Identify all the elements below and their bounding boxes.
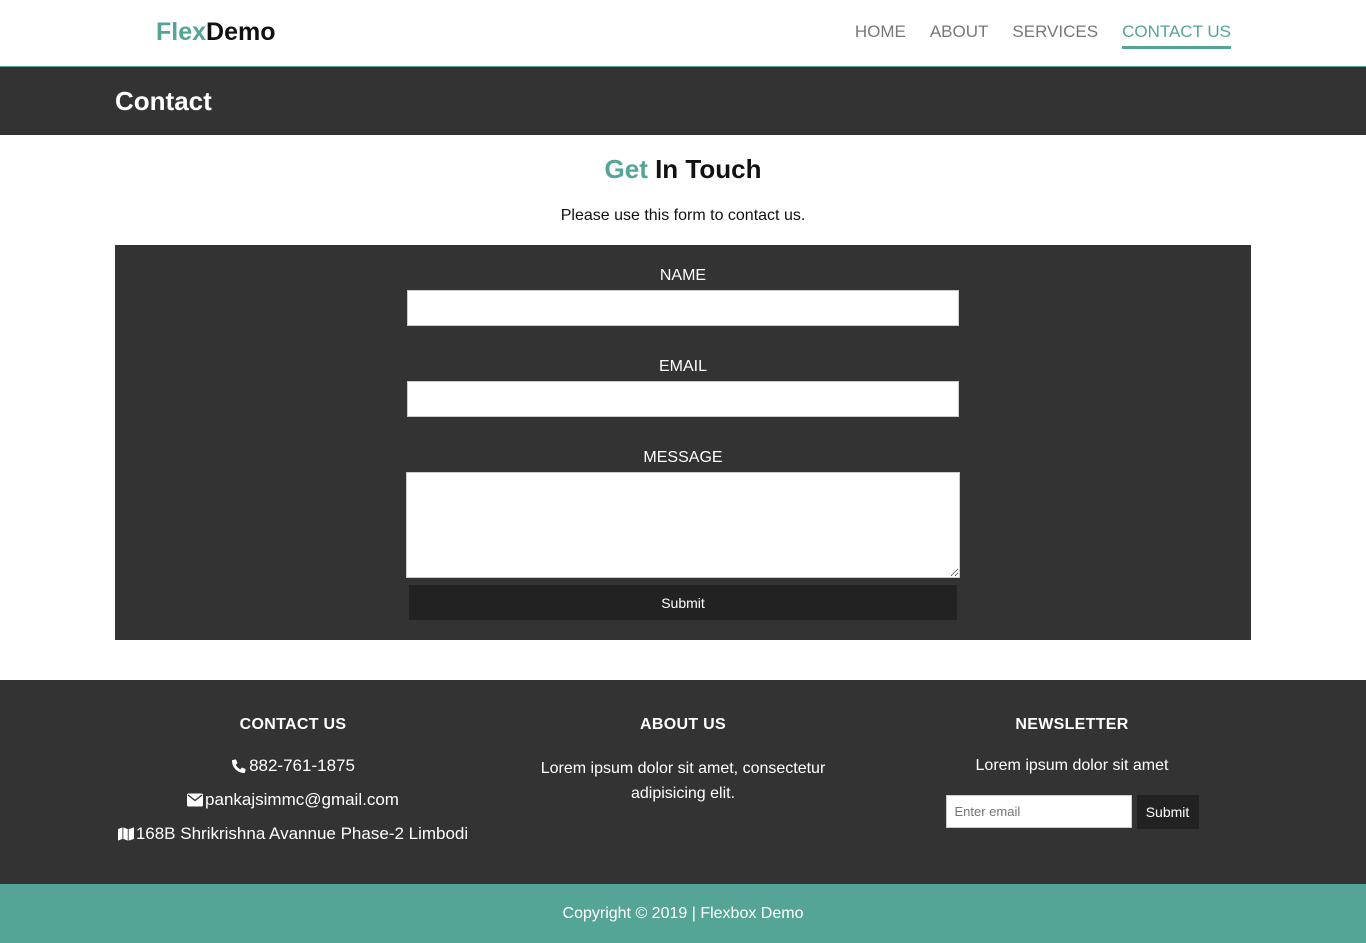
name-label: NAME: [659, 267, 707, 284]
nav-services[interactable]: SERVICES: [1012, 22, 1098, 49]
nav-about[interactable]: ABOUT: [930, 22, 989, 49]
copyright-bar: Copyright © 2019 | Flexbox Demo: [0, 884, 1366, 943]
contact-phone-text: 882-761-1875: [249, 756, 355, 775]
envelope-icon: [187, 793, 204, 807]
page-banner: Contact: [0, 67, 1366, 135]
newsletter-submit-button[interactable]: Submit: [1136, 795, 1199, 829]
name-input[interactable]: [407, 290, 959, 326]
phone-icon: [232, 759, 246, 773]
email-input[interactable]: [407, 381, 959, 417]
message-textarea[interactable]: [406, 472, 960, 578]
nav-contact-us[interactable]: CONTACT US: [1122, 22, 1231, 49]
brand-logo-accent: Flex: [156, 18, 207, 46]
contact-email-text: pankajsimmc@gmail.com: [205, 790, 399, 809]
main-nav: HOME ABOUT SERVICES CONTACT US: [855, 22, 1231, 49]
message-label: MESSAGE: [643, 449, 723, 466]
section-heading-accent: Get: [604, 154, 648, 184]
contact-phone: 882-761-1875: [115, 756, 471, 776]
footer-newsletter-title: NEWSLETTER: [1015, 716, 1129, 733]
navbar: FlexDemo HOME ABOUT SERVICES CONTACT US: [0, 0, 1366, 67]
section-heading-rest: In Touch: [647, 154, 762, 184]
footer-newsletter-column: NEWSLETTER Lorem ipsum dolor sit amet Su…: [905, 716, 1239, 829]
footer: CONTACT US 882-761-1875 pankajsimmc@gmai…: [0, 680, 1366, 884]
contact-email: pankajsimmc@gmail.com: [115, 790, 471, 810]
contact-address-text: 168B Shrikrishna Avannue Phase-2 Limbodi: [135, 824, 469, 843]
nav-home[interactable]: HOME: [855, 22, 906, 49]
submit-button[interactable]: Submit: [409, 585, 957, 620]
brand-logo[interactable]: FlexDemo: [156, 18, 276, 47]
footer-about-column: ABOUT US Lorem ipsum dolor sit amet, con…: [520, 716, 846, 806]
footer-about-title: ABOUT US: [640, 716, 726, 733]
footer-newsletter-text: Lorem ipsum dolor sit amet: [975, 757, 1169, 774]
section-subtext: Please use this form to contact us.: [560, 207, 806, 224]
contact-form: NAME EMAIL MESSAGE Submit: [115, 245, 1251, 640]
newsletter-form: Submit: [905, 795, 1239, 829]
contact-address: 168B Shrikrishna Avannue Phase-2 Limbodi: [115, 824, 471, 844]
newsletter-email-input[interactable]: [945, 795, 1132, 828]
footer-contact-column: CONTACT US 882-761-1875 pankajsimmc@gmai…: [115, 716, 471, 844]
page-title: Contact: [115, 86, 212, 116]
footer-about-text: Lorem ipsum dolor sit amet, consectetur …: [540, 760, 826, 802]
map-icon: [117, 827, 134, 841]
section-heading: Get In Touch: [0, 154, 1366, 185]
email-label: EMAIL: [658, 358, 707, 375]
brand-logo-main: Demo: [206, 18, 276, 46]
footer-contact-title: CONTACT US: [239, 716, 347, 733]
